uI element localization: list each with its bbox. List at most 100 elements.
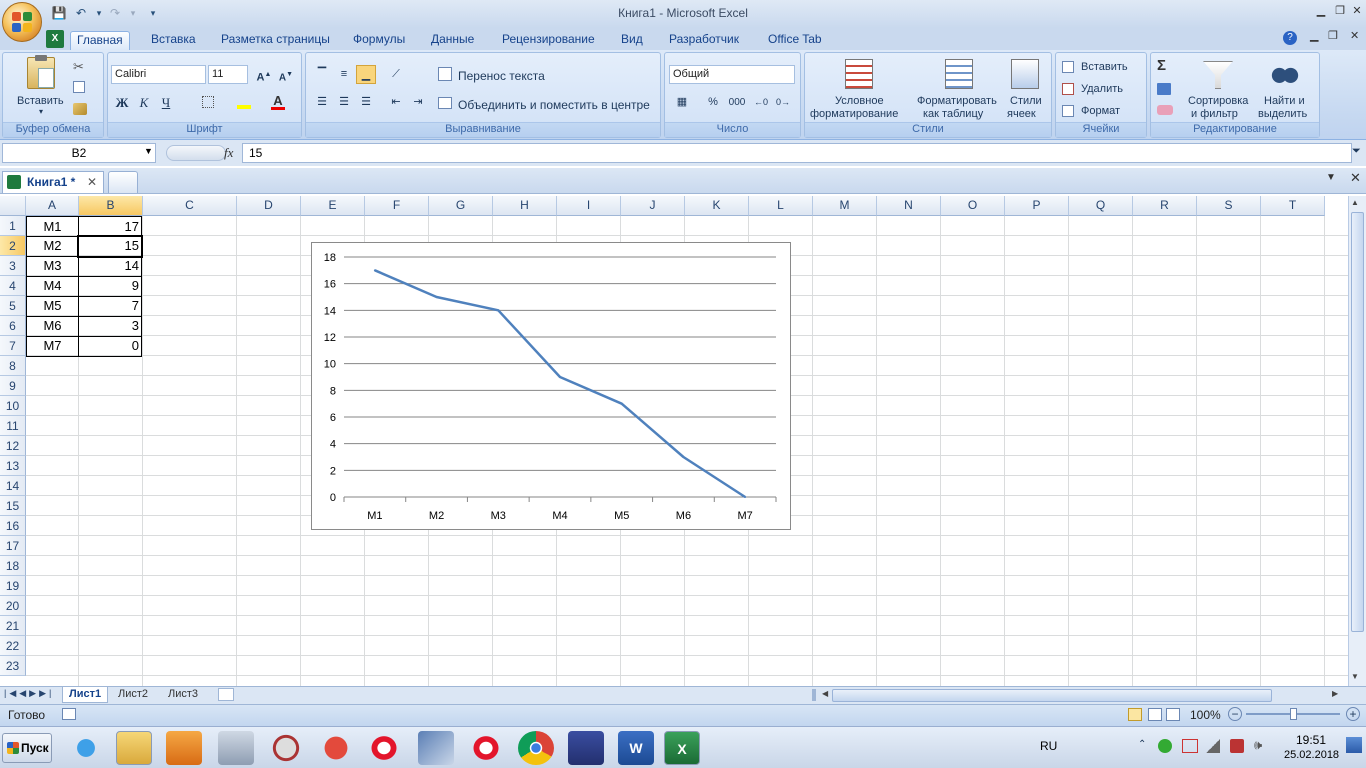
cut-icon[interactable]: ✂ [73, 59, 84, 75]
column-header-n[interactable]: N [877, 196, 941, 216]
column-header-m[interactable]: M [813, 196, 877, 216]
row-header-2[interactable]: 2 [0, 236, 26, 256]
zoom-in-icon[interactable]: + [1346, 707, 1360, 721]
fill-icon[interactable] [1157, 83, 1171, 95]
align-left-icon[interactable]: ☰ [312, 93, 332, 112]
cell-a3[interactable]: M3 [26, 256, 79, 277]
close-tab-icon[interactable]: ✕ [87, 172, 97, 192]
column-header-f[interactable]: F [365, 196, 429, 216]
currency-icon[interactable]: ▦ [669, 93, 695, 112]
row-header-3[interactable]: 3 [0, 256, 26, 276]
font-size-select[interactable]: 11 [208, 65, 248, 84]
tab-insert[interactable]: Вставка [145, 31, 202, 50]
select-all-corner[interactable] [0, 196, 26, 216]
copy-icon[interactable] [73, 81, 85, 93]
conditional-format-label[interactable]: Условное [835, 95, 884, 107]
row-header-21[interactable]: 21 [0, 616, 26, 636]
row-header-17[interactable]: 17 [0, 536, 26, 556]
tab-review[interactable]: Рецензирование [496, 31, 601, 50]
row-header-4[interactable]: 4 [0, 276, 26, 296]
underline-button[interactable]: Ч [156, 93, 176, 112]
row-header-1[interactable]: 1 [0, 216, 26, 236]
wrap-text-button[interactable]: Перенос текста [458, 69, 545, 83]
row-header-18[interactable]: 18 [0, 556, 26, 576]
tray-app-icon[interactable] [1182, 739, 1198, 753]
page-break-view-icon[interactable] [1166, 708, 1180, 721]
scroll-up-icon[interactable]: ▲ [1351, 198, 1359, 207]
cell-a5[interactable]: M5 [26, 296, 79, 317]
format-as-table-icon[interactable] [945, 59, 973, 89]
row-header-5[interactable]: 5 [0, 296, 26, 316]
cell-styles-label[interactable]: Стили [1010, 95, 1042, 107]
row-header-19[interactable]: 19 [0, 576, 26, 596]
normal-view-icon[interactable] [1128, 708, 1142, 721]
row-header-9[interactable]: 9 [0, 376, 26, 396]
page-layout-view-icon[interactable] [1148, 708, 1162, 721]
find-select-label2[interactable]: выделить [1258, 108, 1307, 120]
vertical-scrollbar[interactable]: ▲ ▼ [1348, 196, 1366, 686]
thousands-button[interactable]: 000 [725, 93, 749, 112]
column-header-s[interactable]: S [1197, 196, 1261, 216]
hscroll-thumb[interactable] [832, 689, 1272, 702]
column-header-e[interactable]: E [301, 196, 365, 216]
new-tab-button[interactable] [108, 171, 138, 193]
chrome-icon[interactable] [518, 731, 554, 765]
insert-cells-button[interactable]: Вставить [1081, 61, 1128, 73]
cell-b2[interactable]: 15 [77, 235, 143, 258]
column-header-p[interactable]: P [1005, 196, 1069, 216]
column-header-o[interactable]: O [941, 196, 1005, 216]
column-header-i[interactable]: I [557, 196, 621, 216]
cell-styles-label2[interactable]: ячеек [1007, 108, 1036, 120]
column-header-r[interactable]: R [1133, 196, 1197, 216]
grow-font-button[interactable]: A▲ [254, 65, 274, 84]
column-header-g[interactable]: G [429, 196, 493, 216]
cell-a1[interactable]: M1 [26, 216, 79, 237]
increase-decimal-icon[interactable]: ←0 [751, 93, 771, 112]
graphics-app-icon[interactable] [418, 731, 454, 765]
find-select-label[interactable]: Найти и [1264, 95, 1305, 107]
align-center-icon[interactable]: ☰ [334, 93, 354, 112]
line-chart[interactable]: 0 2 4 6 8 10 12 14 16 18 M1 M2 M3 M4 M5 M6 M7 [311, 242, 791, 530]
clock-date[interactable]: 25.02.2018 [1284, 749, 1339, 761]
sheet-tab-3[interactable]: Лист3 [162, 687, 204, 703]
borders-icon[interactable] [198, 93, 218, 112]
orientation-icon[interactable]: ⟋ [386, 65, 406, 84]
row-header-10[interactable]: 10 [0, 396, 26, 416]
doc-tab-book1[interactable]: Книга1 * ✕ [2, 171, 104, 193]
office-button[interactable] [2, 2, 42, 42]
tray-expand-icon[interactable]: ⌃ [1138, 739, 1146, 750]
tab-office-tab[interactable]: Office Tab [762, 31, 828, 50]
expand-formula-icon[interactable]: ⏷ [1352, 145, 1361, 158]
tab-developer[interactable]: Разработчик [663, 31, 745, 50]
row-header-14[interactable]: 14 [0, 476, 26, 496]
column-header-h[interactable]: H [493, 196, 557, 216]
ribbon-close-icon[interactable]: ✕ [1350, 29, 1359, 42]
row-header-8[interactable]: 8 [0, 356, 26, 376]
sheet-tab-2[interactable]: Лист2 [112, 687, 154, 703]
formula-input[interactable]: 15 [242, 143, 1352, 163]
sort-filter-label2[interactable]: и фильтр [1191, 108, 1238, 120]
paste-button[interactable]: Вставить [17, 95, 64, 107]
autosum-icon[interactable]: Σ [1157, 57, 1166, 74]
restore-icon[interactable]: ❐ [1331, 4, 1349, 18]
italic-button[interactable]: К [134, 93, 154, 112]
row-header-16[interactable]: 16 [0, 516, 26, 536]
format-painter-icon[interactable] [73, 103, 87, 115]
floppy-app-icon[interactable] [568, 731, 604, 765]
sheet-nav-icons[interactable]: |◀◀▶▶| [4, 688, 54, 699]
column-header-a[interactable]: A [26, 196, 79, 216]
tab-home[interactable]: Главная [70, 31, 130, 50]
sheet-tab-1[interactable]: Лист1 [62, 687, 109, 703]
signal-icon[interactable] [1206, 739, 1220, 753]
ribbon-restore-icon[interactable]: ❐ [1328, 29, 1338, 42]
cell-b5[interactable]: 7 [78, 296, 142, 317]
tab-formulas[interactable]: Формулы [347, 31, 411, 50]
row-header-11[interactable]: 11 [0, 416, 26, 436]
tab-view[interactable]: Вид [615, 31, 649, 50]
ie-icon[interactable] [68, 731, 104, 765]
macro-record-icon[interactable] [62, 708, 76, 720]
start-button[interactable]: Пуск [2, 733, 52, 763]
minimize-icon[interactable]: ▁ [1312, 4, 1330, 18]
clear-icon[interactable] [1157, 105, 1173, 115]
font-name-select[interactable]: Calibri [111, 65, 206, 84]
